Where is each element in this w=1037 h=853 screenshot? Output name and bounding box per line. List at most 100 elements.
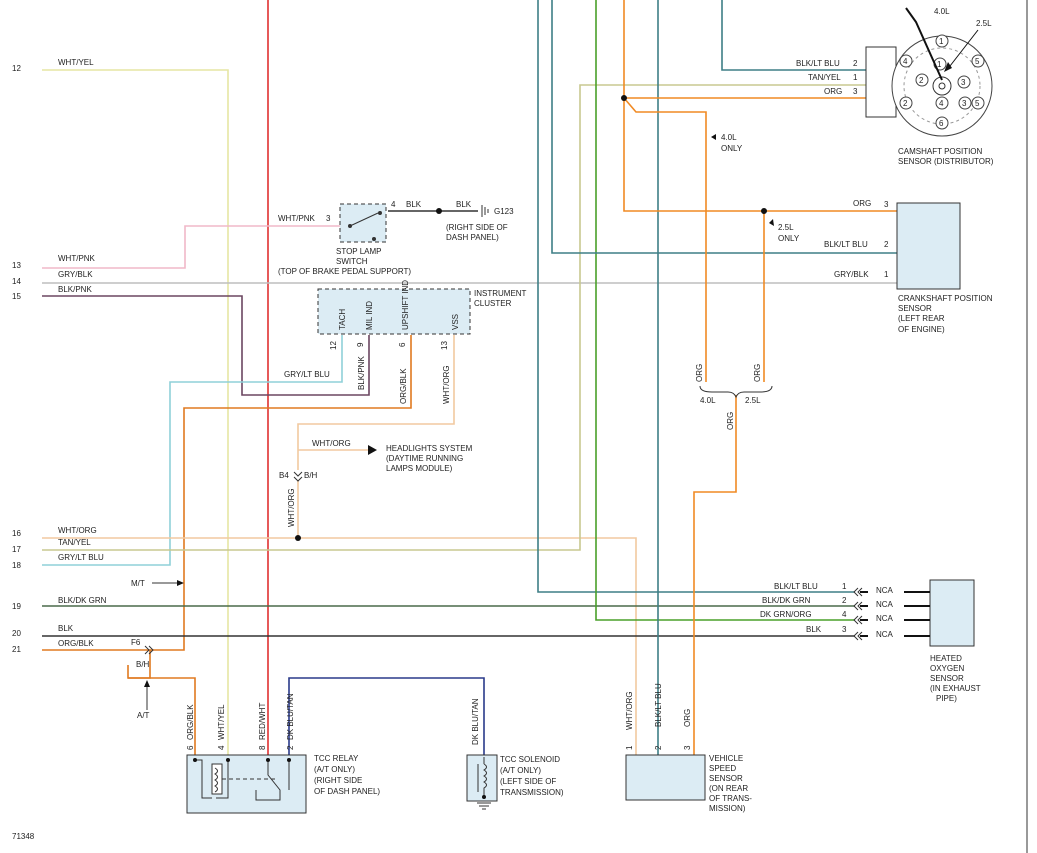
connector-chevron-icon xyxy=(293,471,303,482)
nca-label: NCA xyxy=(876,600,894,609)
component-title: TCC RELAY xyxy=(314,754,359,763)
component-title: HEATED xyxy=(930,654,962,663)
wire-label: GRY/BLK xyxy=(834,270,869,279)
pin-number: 3 xyxy=(884,200,889,209)
wire-label: WHT/ORG xyxy=(58,526,97,535)
component-title: HEADLIGHTS SYSTEM xyxy=(386,444,473,453)
pin-number: 2 xyxy=(884,240,889,249)
wire-org-trunk xyxy=(623,0,897,212)
arrow-icon xyxy=(711,134,716,140)
svg-text:4: 4 xyxy=(939,99,944,108)
component-title: VEHICLE xyxy=(709,754,743,763)
wire-label: WHT/ORG xyxy=(442,365,451,404)
nca-label: NCA xyxy=(876,614,894,623)
relay-box xyxy=(186,754,307,814)
nca-label: NCA xyxy=(876,630,894,639)
component-title: TCC SOLENOID xyxy=(500,755,560,764)
wire-label: ORG xyxy=(753,364,762,382)
component-title: (DAYTIME RUNNING xyxy=(386,454,463,463)
pin-label: 4 xyxy=(391,200,396,209)
tcc-solenoid: DK BLU/TAN TCC SOLENOID (A/T ONLY) (LEFT… xyxy=(466,698,564,810)
oxygen-sensor: NCA NCA NCA NCA BLK/LT BLU BLK/DK GRN DK… xyxy=(760,579,981,703)
svg-text:2: 2 xyxy=(903,99,908,108)
wire-label: WHT/ORG xyxy=(625,691,634,730)
pin-number: 17 xyxy=(12,545,21,554)
svg-text:2: 2 xyxy=(919,76,924,85)
component-title: SENSOR xyxy=(709,774,743,783)
pin-number: 2 xyxy=(842,596,847,605)
svg-text:3: 3 xyxy=(961,78,966,87)
component-title: CRANKSHAFT POSITION xyxy=(898,294,993,303)
crankshaft-sensor: ORG BLK/LT BLU GRY/BLK 3 2 1 2.5L ONLY C… xyxy=(769,199,993,334)
component-title: OF ENGINE) xyxy=(898,325,945,334)
pin-number: 1 xyxy=(853,73,858,82)
pin-number: 6 xyxy=(186,745,195,750)
pin-number: 1 xyxy=(884,270,889,279)
pin-number: 3 xyxy=(842,625,847,634)
pin-name: VSS xyxy=(451,314,460,330)
wire-label: BLK/LT BLU xyxy=(796,59,840,68)
cam-connector xyxy=(865,46,897,118)
component-title: SPEED xyxy=(709,764,736,773)
pin-number: 15 xyxy=(12,292,21,301)
ground-id: G123 xyxy=(494,207,514,216)
wire-label: DK BLU/TAN xyxy=(471,698,480,745)
camshaft-sensor: BLK/LT BLU TAN/YEL ORG 2 1 3 1 2 3 4 5 2… xyxy=(711,7,994,166)
component-title: (ON REAR xyxy=(709,784,748,793)
diagram-id: 71348 xyxy=(12,832,35,841)
wire-label: WHT/ORG xyxy=(287,488,296,527)
wire-label: BLK/LT BLU xyxy=(654,683,663,727)
pin-number: 20 xyxy=(12,629,21,638)
pin-number: 19 xyxy=(12,602,21,611)
wires xyxy=(42,0,897,755)
variant-label: A/T xyxy=(137,711,150,720)
component-title: STOP LAMP xyxy=(336,247,382,256)
solenoid-box xyxy=(466,754,498,802)
component-title: OF TRANS- xyxy=(709,794,752,803)
headlights-ref: WHT/ORG HEADLIGHTS SYSTEM (DAYTIME RUNNI… xyxy=(279,439,473,527)
wire-org-vss xyxy=(693,395,737,755)
connector-label: B/H xyxy=(304,471,318,480)
wire-label: TAN/YEL xyxy=(58,538,91,547)
component-title: SENSOR (DISTRIBUTOR) xyxy=(898,157,994,166)
component-title: SENSOR xyxy=(898,304,932,313)
svg-text:6: 6 xyxy=(939,119,944,128)
wire-label: BLK/PNK xyxy=(357,356,366,390)
svg-text:3: 3 xyxy=(962,99,967,108)
pin-number: 1 xyxy=(842,582,847,591)
o2-connector-chevrons xyxy=(853,587,863,641)
wire-label: TAN/YEL xyxy=(808,73,841,82)
pin-number: 2 xyxy=(286,745,295,750)
splice-label: F6 xyxy=(131,638,141,647)
engine-label: 4.0L xyxy=(934,7,950,16)
ground-symbol xyxy=(481,205,489,217)
vehicle-speed-sensor: 1 2 3 WHT/ORG BLK/LT BLU ORG VEHICLE SPE… xyxy=(625,683,752,813)
wire-label: BLK xyxy=(406,200,422,209)
pin-number: 9 xyxy=(356,342,365,347)
splice-dot xyxy=(621,95,627,101)
stop-lamp-box xyxy=(339,203,387,243)
pin-number: 2 xyxy=(853,59,858,68)
note-label: 4.0L xyxy=(721,133,737,142)
wire-label: ORG/BLK xyxy=(58,639,94,648)
note-label: ONLY xyxy=(778,234,800,243)
engine-label: 4.0L xyxy=(700,396,716,405)
component-title: CAMSHAFT POSITION xyxy=(898,147,983,156)
wire-dk-blu-tan xyxy=(288,677,485,755)
ground-note: (RIGHT SIDE OF xyxy=(446,223,508,232)
pin-name: UPSHIFT IND xyxy=(401,280,410,330)
splice-dot xyxy=(295,535,301,541)
ground-note: DASH PANEL) xyxy=(446,233,499,242)
component-title: MISSION) xyxy=(709,804,746,813)
wire-label: ORG xyxy=(853,199,871,208)
wire-label: RED/WHT xyxy=(258,703,267,740)
instrument-cluster: INSTRUMENT CLUSTER TACH MIL IND UPSHIFT … xyxy=(284,280,527,404)
wire-label: WHT/ORG xyxy=(312,439,351,448)
wire-label: ORG/BLK xyxy=(399,368,408,404)
svg-text:1: 1 xyxy=(937,60,942,69)
wire-label: GRY/LT BLU xyxy=(58,553,104,562)
pin-number: 4 xyxy=(842,610,847,619)
note-label: 2.5L xyxy=(778,223,794,232)
arrow-icon xyxy=(368,445,377,455)
arrow-icon xyxy=(769,219,774,226)
